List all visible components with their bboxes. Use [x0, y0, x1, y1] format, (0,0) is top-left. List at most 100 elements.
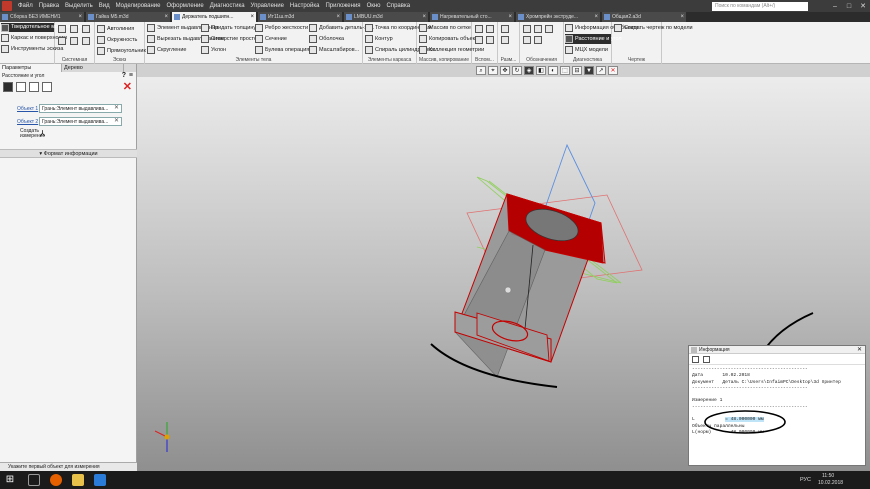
settings-doc-icon[interactable]: [42, 82, 52, 92]
create-measure-icon[interactable]: [3, 82, 13, 92]
geometry-collection-button[interactable]: Коллекция геометрии: [419, 45, 484, 55]
tab-close-icon[interactable]: ×: [336, 12, 340, 22]
tab-close-icon[interactable]: ×: [594, 12, 598, 22]
solid-modeling-button[interactable]: Твердотельное моделирование: [1, 23, 92, 32]
object-1-label[interactable]: Объект 1: [17, 106, 38, 112]
help-icon[interactable]: ?: [122, 72, 126, 80]
tab-doc-1[interactable]: Сборка БЕЗ ИМЕНИ1 ×: [0, 12, 84, 22]
tolerance-icon[interactable]: [545, 25, 553, 33]
panel-menu-icon[interactable]: ≡: [129, 72, 133, 80]
object-2-label[interactable]: Объект 2: [17, 119, 38, 125]
menu-apps[interactable]: Приложения: [322, 3, 363, 9]
tab-parameters[interactable]: Параметры: [0, 64, 62, 72]
zoom-icon[interactable]: ⌕: [476, 66, 486, 75]
close-panel-icon[interactable]: ✕: [123, 80, 132, 93]
tab-tree[interactable]: Дерево: [62, 64, 124, 72]
grid-array-button[interactable]: Массив по сетке: [419, 23, 471, 33]
leader-icon[interactable]: [523, 25, 531, 33]
create-drawing-button[interactable]: Создать чертеж по модели: [614, 23, 693, 33]
minimize-icon[interactable]: –: [828, 3, 842, 10]
kompas-taskbar-icon[interactable]: [94, 474, 106, 486]
new-doc-icon[interactable]: [58, 25, 66, 33]
autoline-button[interactable]: Автолиния: [97, 24, 134, 34]
contour-button[interactable]: Контур: [365, 34, 393, 44]
menu-select[interactable]: Выделить: [62, 3, 96, 9]
tab-doc-7[interactable]: Хромпрейн экструде... ×: [516, 12, 600, 22]
object-info-button[interactable]: Информация об объекте: [565, 23, 638, 33]
cut-icon[interactable]: [70, 37, 78, 45]
rotate-icon[interactable]: ↻: [512, 66, 522, 75]
close-window-icon[interactable]: ✕: [856, 2, 870, 10]
view-mode-icon[interactable]: ◧: [536, 66, 546, 75]
doc-icon[interactable]: [16, 82, 26, 92]
menu-settings[interactable]: Настройка: [287, 3, 323, 9]
snap-icon[interactable]: ↗: [596, 66, 606, 75]
info-window-close-icon[interactable]: ✕: [857, 346, 862, 354]
angle-dimension-icon[interactable]: [501, 36, 509, 44]
save-info-icon[interactable]: [692, 356, 699, 363]
point-aux-icon[interactable]: [486, 36, 494, 44]
shading-icon[interactable]: ◐: [548, 66, 558, 75]
circle-button[interactable]: Окружность: [97, 35, 137, 45]
section-view-icon[interactable]: ⊟: [572, 66, 582, 75]
list-icon[interactable]: [29, 82, 39, 92]
draft-button[interactable]: Уклон: [201, 45, 226, 55]
base-icon[interactable]: [523, 36, 531, 44]
helix-button[interactable]: Спираль цилиндрическ...: [365, 45, 439, 55]
cut-extrude-button[interactable]: Вырезать выдавливанием: [147, 34, 224, 44]
orientation-icon[interactable]: ◈: [524, 66, 534, 75]
clear-object-2-icon[interactable]: ✕: [114, 117, 119, 124]
thread-icon[interactable]: [534, 36, 542, 44]
open-icon[interactable]: [70, 25, 78, 33]
hole-button[interactable]: Отверстие простое: [201, 34, 260, 44]
tab-doc-4[interactable]: Ит11ш.m3d ×: [258, 12, 342, 22]
tab-doc-5[interactable]: LMBUU.m3d ×: [344, 12, 428, 22]
copy-icon[interactable]: [82, 37, 90, 45]
maximize-icon[interactable]: □: [842, 3, 856, 10]
roughness-icon[interactable]: [534, 25, 542, 33]
menu-diagnostics[interactable]: Диагностика: [207, 3, 248, 9]
menu-design[interactable]: Оформление: [164, 3, 207, 9]
rib-button[interactable]: Ребро жесткости: [255, 23, 308, 33]
rectangle-button[interactable]: Прямоугольник: [97, 46, 146, 56]
measure-toggle-icon[interactable]: ⅄: [40, 129, 45, 138]
filter-icon[interactable]: ▼: [584, 66, 594, 75]
print-icon[interactable]: [58, 37, 66, 45]
tab-close-icon[interactable]: ×: [508, 12, 512, 22]
sketch-tools-button[interactable]: Инструменты эскиза: [1, 44, 63, 54]
start-icon[interactable]: ⊞: [4, 474, 16, 486]
tab-close-icon[interactable]: ×: [250, 12, 254, 22]
tab-doc-6[interactable]: Нагревательный сто... ×: [430, 12, 514, 22]
tab-doc-8[interactable]: Общая2.a3d ×: [602, 12, 686, 22]
command-search-input[interactable]: Поиск по командам (Alt+/): [712, 1, 808, 11]
print-info-icon[interactable]: [703, 356, 710, 363]
thicken-button[interactable]: Придать толщину: [201, 23, 256, 33]
cs-icon[interactable]: [475, 36, 483, 44]
tab-close-icon[interactable]: ×: [422, 12, 426, 22]
task-view-icon[interactable]: [28, 474, 40, 486]
tab-close-icon[interactable]: ×: [78, 12, 82, 22]
boolean-button[interactable]: Булева операция: [255, 45, 309, 55]
save-icon[interactable]: [82, 25, 90, 33]
object-1-field[interactable]: Грань:Элемент выдавлива...: [39, 104, 122, 113]
menu-edit[interactable]: Правка: [36, 3, 62, 9]
menu-help[interactable]: Справка: [384, 3, 414, 9]
distance-angle-button[interactable]: Расстояние и угол: [565, 34, 622, 44]
section-button[interactable]: Сечение: [255, 34, 287, 44]
wireframe-surfaces-button[interactable]: Каркас и поверхности: [1, 33, 67, 43]
object-2-field[interactable]: Грань:Элемент выдавлива...: [39, 117, 122, 126]
language-indicator[interactable]: РУС: [800, 477, 811, 483]
tab-doc-2[interactable]: Гайка М5.m3d ×: [86, 12, 170, 22]
tab-doc-3[interactable]: Держатель подшипн... ×: [172, 12, 256, 22]
menu-view[interactable]: Вид: [96, 3, 113, 9]
fillet-button[interactable]: Скругление: [147, 45, 186, 55]
clear-object-1-icon[interactable]: ✕: [114, 104, 119, 111]
perspective-icon[interactable]: ⬚: [560, 66, 570, 75]
copy-objects-button[interactable]: Копировать объекты: [419, 34, 482, 44]
menu-window[interactable]: Окно: [364, 3, 384, 9]
shell-button[interactable]: Оболочка: [309, 34, 344, 44]
plane-icon[interactable]: [475, 25, 483, 33]
tab-close-icon[interactable]: ×: [164, 12, 168, 22]
explorer-icon[interactable]: [72, 474, 84, 486]
extrude-button[interactable]: Элемент выдавливания: [147, 23, 218, 33]
